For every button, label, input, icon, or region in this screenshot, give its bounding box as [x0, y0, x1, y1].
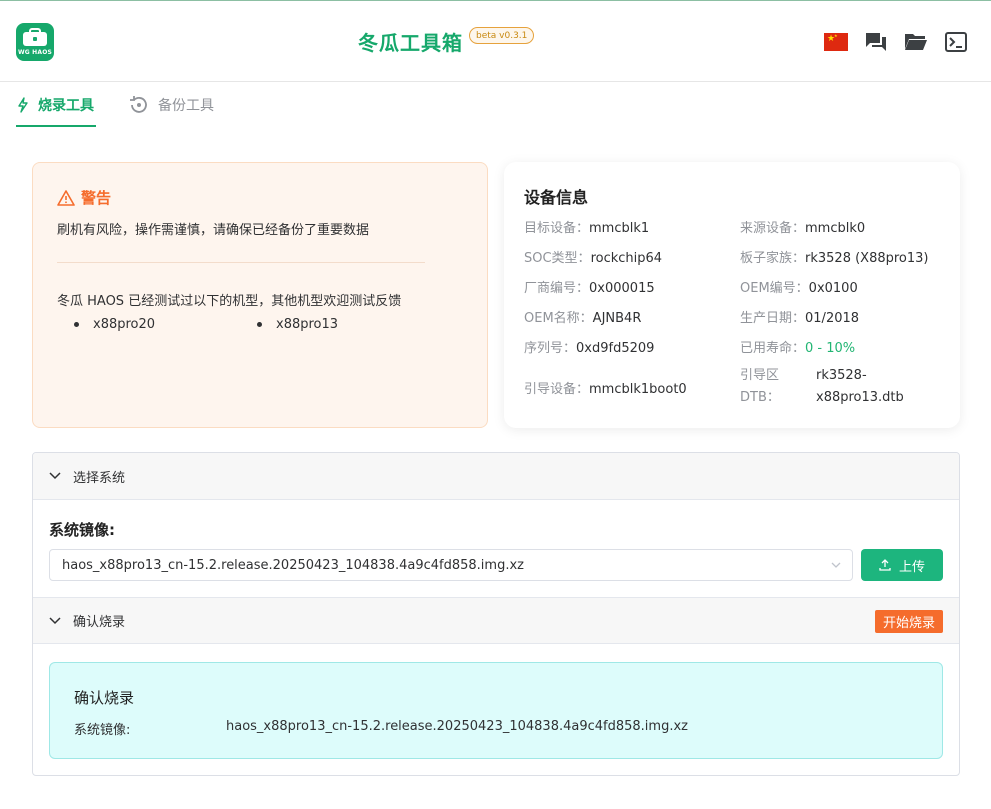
- section-title: 确认烧录: [73, 615, 126, 630]
- info-boot-device: 引导设备：mmcblk1boot0: [524, 382, 687, 397]
- chat-icon: [866, 33, 886, 51]
- tab-burn-tool[interactable]: 烧录工具: [16, 83, 94, 127]
- warning-title: 警告: [81, 189, 112, 207]
- chevron-down-icon: [830, 559, 842, 571]
- header-actions: ★ ★: [823, 31, 969, 53]
- china-flag-icon: ★ ★: [824, 33, 848, 51]
- section-title: 选择系统: [73, 470, 126, 486]
- info-vendor-id: 厂商编号：0x000015: [524, 281, 655, 296]
- terminal-icon: [945, 32, 967, 52]
- info-oem-id: OEM编号：0x0100: [740, 281, 858, 296]
- version-badge: beta v0.3.1: [469, 27, 535, 44]
- info-boot-dtb-value: rk3528-x88pro13.dtb: [816, 368, 904, 405]
- start-burn-button[interactable]: 开始烧录: [874, 610, 943, 633]
- warning-triangle-icon: [57, 189, 75, 206]
- confirm-image-value: haos_x88pro13_cn-15.2.release.20250423_1…: [226, 719, 688, 734]
- info-life-used: 已用寿命：0 - 10%: [740, 341, 856, 356]
- tested-models-text: 冬瓜 HAOS 已经测试过以下的机型，其他机型欢迎测试反馈: [57, 294, 402, 309]
- list-item: x88pro13: [257, 317, 338, 332]
- chat-button[interactable]: [863, 31, 889, 53]
- system-image-label: 系统镜像:: [49, 521, 115, 539]
- folder-open-icon: [905, 34, 927, 50]
- selected-image: haos_x88pro13_cn-15.2.release.20250423_1…: [62, 557, 524, 573]
- main-tabs: 烧录工具 备份工具: [16, 83, 975, 129]
- device-info-card: 设备信息 目标设备：mmcblk1 来源设备：mmcblk0 SOC类型：roc…: [504, 162, 960, 428]
- confirm-image-label: 系统镜像:: [74, 723, 131, 738]
- tab-label: 备份工具: [158, 98, 214, 114]
- title-group: 冬瓜工具箱 beta v0.3.1: [358, 27, 535, 57]
- chevron-down-icon: [49, 616, 61, 625]
- select-system-header[interactable]: 选择系统: [33, 453, 959, 500]
- language-button[interactable]: ★ ★: [823, 31, 849, 53]
- app-title: 冬瓜工具箱: [358, 31, 463, 55]
- info-board-family: 板子家族：rk3528 (X88pro13): [740, 251, 929, 266]
- confirm-title: 确认烧录: [74, 689, 135, 707]
- device-info-title: 设备信息: [524, 188, 589, 207]
- divider: [57, 262, 425, 263]
- upload-button[interactable]: 上传: [861, 549, 943, 581]
- upload-label: 上传: [898, 559, 925, 575]
- upload-icon: [879, 559, 891, 571]
- terminal-button[interactable]: [943, 31, 969, 53]
- app-header: WG HAOS 冬瓜工具箱 beta v0.3.1 ★ ★: [0, 1, 991, 82]
- tab-label: 烧录工具: [38, 98, 94, 114]
- info-manufacture-date: 生产日期：01/2018: [740, 311, 860, 326]
- confirm-summary-box: 确认烧录 系统镜像: haos_x88pro13_cn-15.2.release…: [49, 662, 943, 759]
- chevron-down-icon: [49, 472, 61, 480]
- info-source-device: 来源设备：mmcblk0: [740, 221, 866, 236]
- warning-text: 刷机有风险，操作需谨慎，请确保已经备份了重要数据: [57, 223, 370, 238]
- logo-text: WG HAOS: [17, 49, 53, 56]
- model-name: x88pro13: [276, 317, 339, 332]
- system-image-select[interactable]: haos_x88pro13_cn-15.2.release.20250423_1…: [49, 549, 853, 581]
- flash-panel: 选择系统 系统镜像: haos_x88pro13_cn-15.2.release…: [32, 452, 960, 776]
- model-name: x88pro20: [93, 317, 156, 332]
- folder-button[interactable]: [903, 31, 929, 53]
- info-soc-type: SOC类型：rockchip64: [524, 251, 663, 266]
- info-target-device: 目标设备：mmcblk1: [524, 221, 650, 236]
- backup-restore-icon: [128, 94, 150, 116]
- list-item: x88pro20: [74, 317, 155, 332]
- info-serial-number: 序列号：0xd9fd5209: [524, 341, 655, 356]
- warning-card: 警告 刷机有风险，操作需谨慎，请确保已经备份了重要数据 冬瓜 HAOS 已经测试…: [32, 162, 488, 428]
- tab-backup-tool[interactable]: 备份工具: [128, 83, 214, 127]
- app-logo: WG HAOS: [16, 23, 54, 61]
- info-boot-dtb-label: 引导区 DTB：: [740, 368, 780, 405]
- lightning-icon: [16, 97, 30, 113]
- info-oem-name: OEM名称：AJNB4R: [524, 311, 642, 326]
- active-tab-indicator: [16, 125, 96, 127]
- confirm-burn-header[interactable]: 确认烧录 开始烧录: [33, 597, 959, 644]
- warning-heading: 警告: [57, 187, 111, 208]
